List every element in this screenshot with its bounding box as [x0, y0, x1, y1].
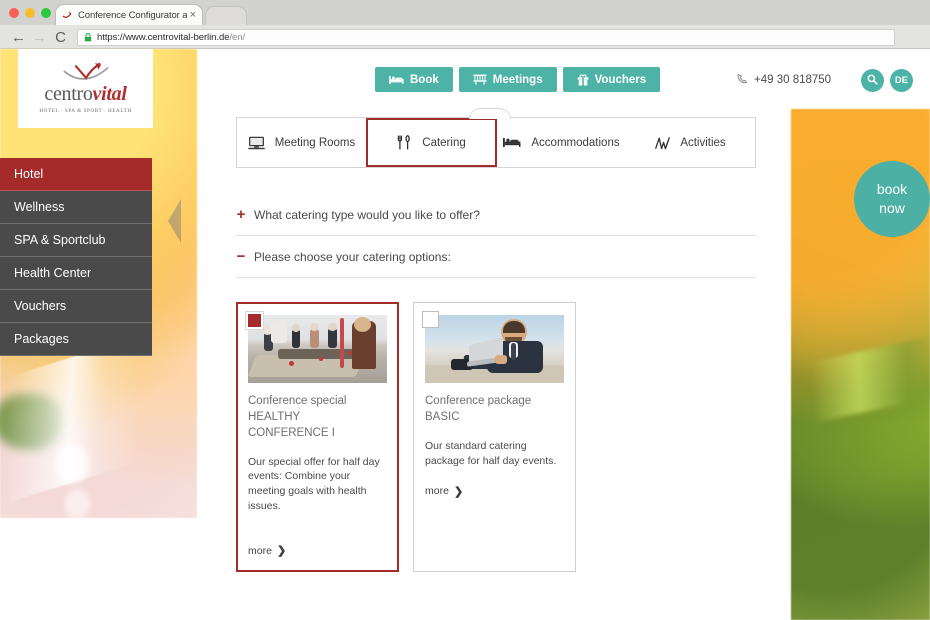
bokeh-circle-2: [64, 489, 90, 519]
book-now-line-1: book: [876, 181, 908, 198]
logo-mark-icon: [63, 63, 108, 80]
cutlery-icon: [397, 135, 412, 150]
language-label: DE: [894, 75, 909, 86]
sidebar-item-packages[interactable]: Packages: [0, 323, 152, 356]
close-window-button[interactable]: [9, 8, 19, 18]
maximize-window-button[interactable]: [41, 8, 51, 18]
card-conference-basic[interactable]: Conference package BASIC Our standard ca…: [413, 302, 576, 573]
bed-icon: [503, 137, 521, 148]
tab-meeting-rooms[interactable]: Meeting Rooms: [237, 118, 366, 167]
vouchers-button[interactable]: Vouchers: [562, 67, 661, 92]
expand-plus-icon: +: [236, 206, 246, 223]
gift-icon: [577, 73, 589, 86]
phone-icon: [737, 73, 748, 87]
accordion-catering-options[interactable]: − Please choose your catering options:: [236, 236, 756, 278]
phone-number: +49 30 818750: [754, 74, 832, 86]
sidebar-item-hotel[interactable]: Hotel: [0, 158, 152, 191]
activity-icon: [655, 136, 671, 150]
favicon-icon: [62, 10, 73, 21]
logo-wordmark: centrovital: [44, 83, 127, 105]
window-controls[interactable]: [9, 8, 51, 18]
sidebar-item-label: Packages: [14, 332, 69, 346]
chevron-right-icon: ❯: [453, 485, 464, 498]
card-description: Our special offer for half day events: C…: [248, 455, 380, 513]
card-more-label: more: [425, 485, 449, 498]
address-bar-url: https://www.centrovital-berlin.de/en/: [97, 31, 246, 43]
app-screenshot: Conference Configurator at ce × ← → C ht…: [0, 0, 930, 620]
tab-label: Accommodations: [531, 136, 620, 149]
book-now-line-2: now: [879, 200, 905, 216]
tab-label: Activities: [680, 136, 726, 149]
reload-button[interactable]: C: [50, 30, 71, 45]
sidebar-item-label: Vouchers: [14, 299, 67, 313]
sidebar-item-label: Wellness: [14, 200, 65, 214]
accordion-catering-type[interactable]: + What catering type would you like to o…: [236, 194, 756, 236]
vouchers-button-label: Vouchers: [594, 73, 647, 86]
new-tab-button[interactable]: [205, 6, 247, 25]
book-button[interactable]: Book: [375, 67, 453, 92]
site-logo[interactable]: centrovital HOTEL · SPA & SPORT · HEALTH: [18, 49, 153, 128]
tab-catering[interactable]: Catering: [366, 118, 497, 167]
card-title: Conference package BASIC: [425, 395, 532, 423]
card-title: Conference special HEALTHY CONFERENCE I: [248, 395, 347, 439]
tab-label: Meeting Rooms: [274, 136, 356, 149]
sidebar-item-label: Hotel: [14, 167, 44, 181]
bokeh-circle-1: [55, 444, 89, 484]
card-description: Our standard catering package for half d…: [425, 439, 557, 467]
browser-tab[interactable]: Conference Configurator at ce ×: [55, 4, 203, 25]
book-now-badge[interactable]: book now: [854, 161, 930, 237]
table-icon: [473, 74, 487, 85]
book-button-label: Book: [410, 73, 439, 86]
slider-previous-arrow-icon[interactable]: [168, 199, 181, 243]
monitor-icon: [247, 136, 265, 150]
forward-button[interactable]: →: [29, 30, 50, 45]
minimize-window-button[interactable]: [25, 8, 35, 18]
tab-pointer-notch: [469, 108, 511, 119]
accordion-label: Please choose your catering options:: [254, 249, 451, 264]
accordion-label: What catering type would you like to off…: [254, 207, 480, 222]
catering-option-cards: Conference special HEALTHY CONFERENCE I …: [236, 302, 756, 573]
configurator-category-tabs: Meeting Rooms Catering Accommodations Ac…: [236, 108, 756, 168]
chevron-right-icon: ❯: [276, 545, 287, 558]
card-image-businessman: [425, 315, 564, 383]
browser-navigation-bar: ← → C https://www.centrovital-berlin.de/…: [0, 25, 930, 49]
back-button[interactable]: ←: [8, 30, 29, 45]
sidebar-item-vouchers[interactable]: Vouchers: [0, 290, 152, 323]
header-nav-buttons: Book Meetings Vouchers: [375, 67, 661, 92]
card-more-link[interactable]: more ❯: [425, 485, 564, 498]
meetings-button-label: Meetings: [492, 73, 543, 86]
logo-subtitle: HOTEL · SPA & SPORT · HEALTH: [39, 108, 132, 114]
card-checkbox-unselected[interactable]: [422, 311, 439, 328]
language-switch-button[interactable]: DE: [890, 69, 913, 92]
address-bar[interactable]: https://www.centrovital-berlin.de/en/: [77, 28, 895, 46]
card-checkbox-selected[interactable]: [245, 311, 264, 330]
bed-icon: [389, 75, 404, 85]
sidebar-item-health-center[interactable]: Health Center: [0, 257, 152, 290]
meetings-button[interactable]: Meetings: [458, 67, 557, 92]
browser-tab-title: Conference Configurator at ce: [78, 9, 187, 21]
search-icon: [867, 74, 878, 88]
card-more-link[interactable]: more ❯: [248, 544, 387, 558]
tab-activities[interactable]: Activities: [626, 118, 755, 167]
sidebar-item-label: SPA & Sportclub: [14, 233, 106, 247]
collapse-minus-icon: −: [236, 248, 246, 265]
lock-icon: [84, 32, 92, 42]
contact-phone[interactable]: +49 30 818750: [737, 73, 831, 87]
sidebar-navigation: Hotel Wellness SPA & Sportclub Health Ce…: [0, 158, 152, 356]
card-image-meeting-room: [248, 315, 387, 383]
conference-configurator: Meeting Rooms Catering Accommodations Ac…: [236, 108, 756, 573]
sidebar-item-wellness[interactable]: Wellness: [0, 191, 152, 224]
sidebar-item-label: Health Center: [14, 266, 92, 280]
tab-accommodations[interactable]: Accommodations: [497, 118, 626, 167]
browser-chrome: Conference Configurator at ce × ← → C ht…: [0, 0, 930, 49]
close-tab-button[interactable]: ×: [190, 9, 196, 21]
sidebar-item-spa-sportclub[interactable]: SPA & Sportclub: [0, 224, 152, 257]
browser-tab-strip: Conference Configurator at ce ×: [0, 0, 930, 25]
card-more-label: more: [248, 544, 272, 557]
search-button[interactable]: [861, 69, 884, 92]
card-healthy-conference[interactable]: Conference special HEALTHY CONFERENCE I …: [236, 302, 399, 573]
tab-label: Catering: [422, 136, 466, 149]
web-page: centrovital HOTEL · SPA & SPORT · HEALTH…: [0, 49, 930, 620]
